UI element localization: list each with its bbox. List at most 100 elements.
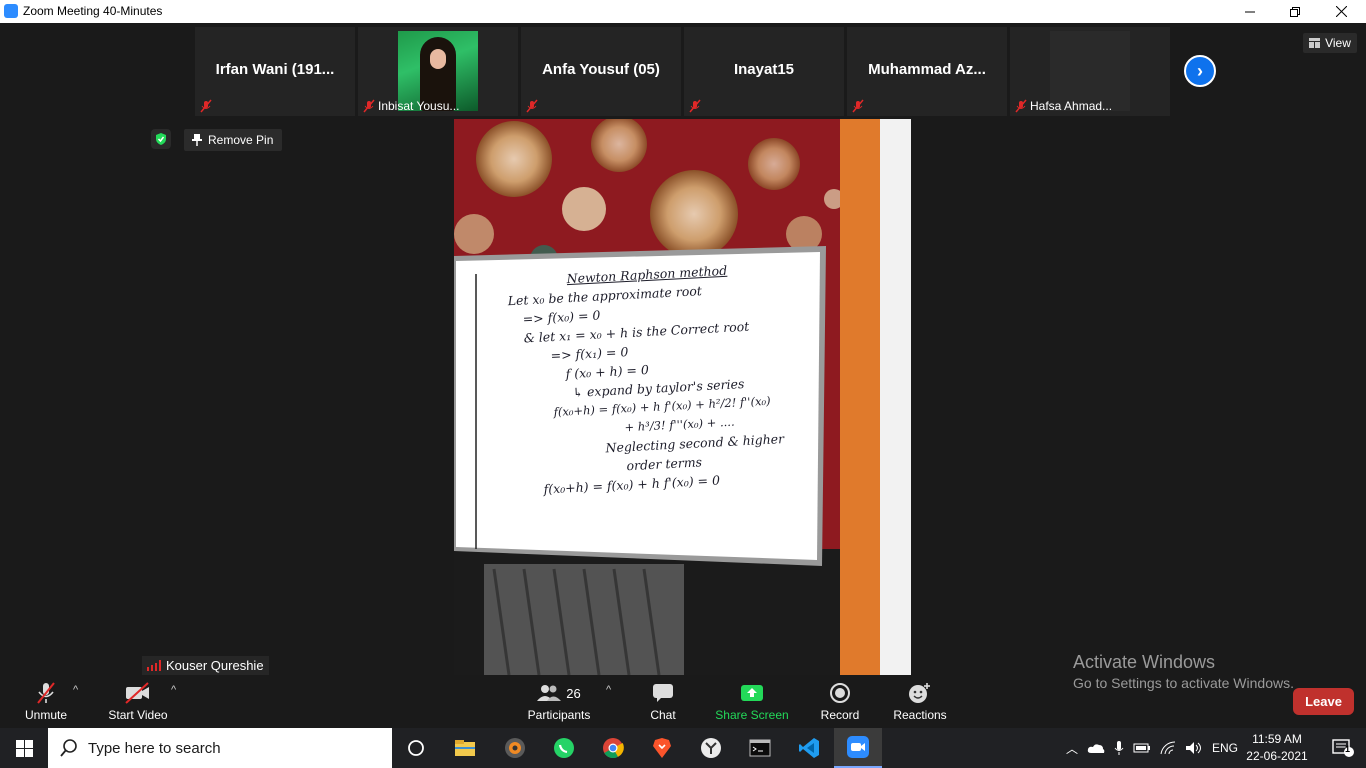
minimize-button[interactable] [1227, 0, 1273, 23]
pinned-video[interactable]: Newton Raphson method Let x₀ be the appr… [454, 119, 911, 675]
participant-tile[interactable]: Anfa Yousuf (05) [521, 27, 681, 116]
encryption-shield-button[interactable] [151, 129, 171, 149]
participants-options-caret[interactable]: ^ [606, 684, 611, 696]
signal-bars-icon [147, 660, 161, 671]
terminal-icon [749, 739, 771, 757]
input-language[interactable]: ENG [1212, 741, 1238, 755]
record-icon [830, 683, 850, 703]
participant-name: Irfan Wani (191... [215, 61, 335, 78]
file-explorer-icon [455, 740, 475, 756]
action-center-button[interactable]: 1 [1320, 728, 1366, 768]
taskbar-zoom[interactable] [834, 728, 882, 768]
close-icon [1335, 6, 1347, 17]
view-button[interactable]: View [1303, 33, 1357, 53]
notification-icon [1332, 739, 1354, 757]
pin-icon [192, 134, 202, 146]
notification-count: 1 [1345, 744, 1351, 754]
taskbar-search-box[interactable]: Type here to search [48, 728, 392, 768]
taskbar-yandex[interactable] [687, 728, 735, 768]
clock-date: 22-06-2021 [1246, 749, 1308, 763]
microphone-icon[interactable] [1114, 740, 1124, 756]
restore-button[interactable] [1272, 0, 1318, 23]
chevron-up-icon[interactable]: ︿ [1066, 740, 1078, 757]
chat-label: Chat [650, 708, 676, 722]
muted-microphone-icon [37, 682, 55, 704]
unmute-label: Unmute [24, 708, 68, 722]
share-screen-label: Share Screen [715, 708, 789, 722]
participant-tile[interactable]: Irfan Wani (191... [195, 27, 355, 116]
record-button[interactable]: Record [816, 680, 864, 722]
task-view-button[interactable] [392, 728, 440, 768]
windows-taskbar: Type here to search ︿ ENG 11:59 AM 22-06… [0, 728, 1366, 768]
grid-icon [1309, 38, 1321, 48]
whiteboard-notes: Newton Raphson method Let x₀ be the appr… [506, 256, 830, 500]
video-off-icon [125, 682, 149, 704]
participant-tile[interactable]: Inbisat Yousu... [358, 27, 518, 116]
unmute-button[interactable]: Unmute [16, 680, 76, 722]
participants-label: Participants [527, 708, 591, 722]
participant-name: Inayat15 [733, 61, 795, 78]
windows-logo-icon [15, 739, 33, 757]
muted-mic-icon [363, 99, 375, 113]
muted-mic-icon [852, 99, 864, 113]
participant-tile[interactable]: Inayat15 [684, 27, 844, 116]
leave-button[interactable]: Leave [1293, 688, 1354, 715]
volume-icon[interactable] [1185, 741, 1203, 755]
muted-mic-icon [200, 99, 212, 113]
taskbar-whatsapp[interactable] [540, 728, 588, 768]
participant-name: Hafsa Ahmad... [1030, 99, 1113, 113]
search-icon [60, 739, 77, 757]
audio-options-caret[interactable]: ^ [73, 684, 78, 696]
brave-icon [653, 738, 671, 758]
muted-mic-icon [526, 99, 538, 113]
system-tray: ︿ ENG [1066, 728, 1238, 768]
taskbar-vscode[interactable] [785, 728, 833, 768]
participants-button[interactable]: 26 Participants [524, 680, 594, 722]
taskbar-terminal[interactable] [736, 728, 784, 768]
chat-icon [653, 684, 673, 702]
remove-pin-label: Remove Pin [208, 133, 274, 147]
wifi-icon[interactable] [1160, 741, 1176, 755]
start-button[interactable] [0, 728, 48, 768]
taskbar-media-app[interactable] [491, 728, 539, 768]
muted-mic-icon [1015, 99, 1027, 113]
taskbar-file-explorer[interactable] [441, 728, 489, 768]
restore-icon [1290, 6, 1300, 17]
chevron-right-icon: › [1197, 60, 1203, 81]
participant-name: Inbisat Yousu... [378, 99, 460, 113]
close-button[interactable] [1318, 0, 1364, 23]
chrome-icon [603, 738, 624, 759]
window-titlebar: Zoom Meeting 40-Minutes [0, 0, 1366, 23]
next-page-button[interactable]: › [1184, 55, 1216, 87]
media-app-icon [505, 738, 525, 758]
participant-tile[interactable]: Muhammad Az... [847, 27, 1007, 116]
participant-tile[interactable]: Hafsa Ahmad... [1010, 27, 1170, 116]
record-label: Record [820, 708, 860, 722]
participants-icon [537, 685, 562, 701]
activate-windows-watermark: Activate Windows Go to Settings to activ… [1073, 652, 1294, 691]
zoom-app-icon [4, 4, 18, 18]
clock-time: 11:59 AM [1252, 732, 1302, 746]
taskbar-clock[interactable]: 11:59 AM 22-06-2021 [1240, 731, 1314, 765]
taskbar-chrome[interactable] [589, 728, 637, 768]
reactions-button[interactable]: Reactions [890, 680, 950, 722]
chat-button[interactable]: Chat [640, 680, 686, 722]
view-label: View [1325, 36, 1351, 50]
participant-name: Anfa Yousuf (05) [542, 61, 660, 78]
zoom-icon [847, 736, 869, 758]
shield-check-icon [156, 133, 166, 145]
share-screen-button[interactable]: Share Screen [714, 680, 790, 722]
start-video-button[interactable]: Start Video [104, 680, 172, 722]
video-options-caret[interactable]: ^ [171, 684, 176, 696]
search-placeholder: Type here to search [88, 739, 221, 757]
vscode-icon [799, 738, 819, 758]
onedrive-icon[interactable] [1087, 742, 1105, 754]
active-speaker-name: Kouser Qureshie [166, 658, 264, 673]
yandex-icon [701, 738, 721, 758]
battery-icon[interactable] [1133, 742, 1151, 754]
active-speaker-tag: Kouser Qureshie [142, 656, 269, 675]
remove-pin-button[interactable]: Remove Pin [184, 129, 282, 151]
watermark-subtitle: Go to Settings to activate Windows. [1073, 675, 1294, 691]
taskbar-brave[interactable] [638, 728, 686, 768]
share-screen-icon [741, 685, 763, 701]
